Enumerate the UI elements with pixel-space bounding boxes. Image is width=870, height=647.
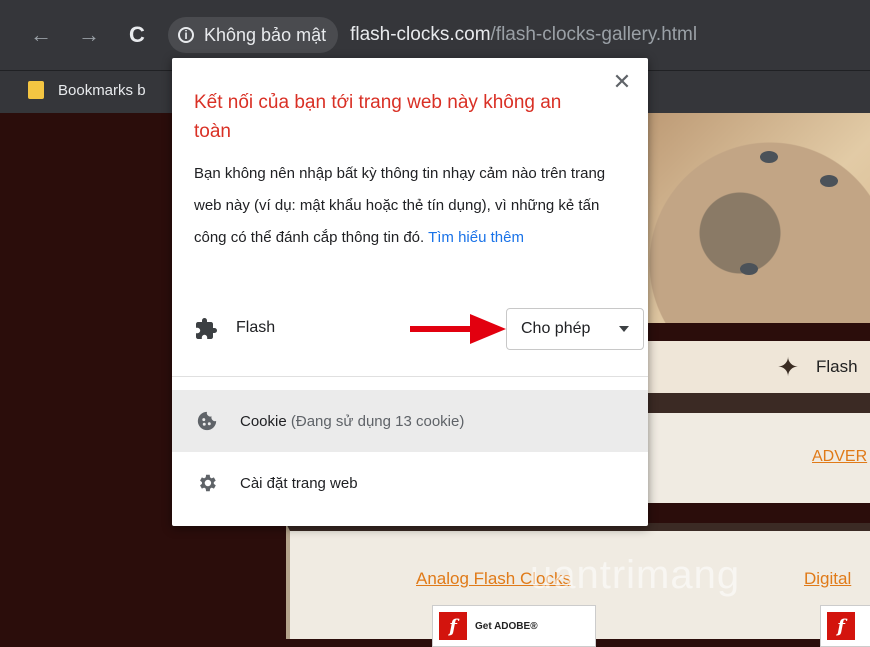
url-host: flash-clocks.com: [350, 24, 491, 45]
bookmark-label: Bookmarks b: [58, 81, 146, 99]
url-path: /flash-clocks-gallery.html: [490, 24, 698, 45]
flash-permission-row: Flash Cho phép: [194, 308, 644, 350]
url-text[interactable]: flash-clocks.com/flash-clocks-gallery.ht…: [350, 24, 697, 46]
forward-button[interactable]: →: [76, 22, 102, 48]
gear-icon: [200, 474, 216, 492]
learn-more-link[interactable]: Tìm hiểu thêm: [428, 229, 524, 246]
folder-icon: [28, 81, 44, 99]
bolt-shape: [740, 263, 758, 275]
back-arrow-icon: ←: [30, 22, 52, 47]
forward-arrow-icon: →: [78, 22, 100, 47]
bolt-shape: [760, 151, 778, 163]
divider-band: [620, 393, 870, 413]
cookies-title: Cookie: [240, 412, 287, 430]
adobe-badge-label: Get ADOBE®: [475, 620, 538, 632]
connection-warning-text: Bạn không nên nhập bất kỳ thông tin nhạy…: [194, 158, 624, 254]
site-info-popup: ✕ Kết nối của bạn tới trang web này khôn…: [172, 58, 648, 526]
get-adobe-flash-badge[interactable]: f Get ADOBE®: [432, 605, 596, 647]
puzzle-icon: [196, 318, 217, 339]
close-icon[interactable]: ✕: [612, 71, 632, 93]
cookie-icon: [197, 411, 217, 431]
popup-divider: [172, 376, 648, 377]
omnibox[interactable]: i Không bảo mật flash-clocks.com/flash-c…: [168, 14, 868, 56]
info-icon: i: [178, 27, 194, 43]
flash-label: Flash: [236, 319, 276, 336]
flash-permission-value: Cho phép: [521, 320, 591, 337]
back-button[interactable]: ←: [28, 22, 54, 48]
security-label: Không bảo mật: [204, 24, 327, 45]
security-indicator-button[interactable]: i Không bảo mật: [168, 17, 339, 53]
bolt-shape: [820, 175, 838, 187]
advertise-link[interactable]: ADVER: [812, 448, 867, 466]
watermark-text: uantrimang: [530, 553, 741, 597]
connection-warning-title: Kết nối của bạn tới trang web này không …: [194, 92, 562, 142]
get-adobe-flash-badge-2[interactable]: f: [820, 605, 870, 647]
ad-panel: ADVER: [620, 413, 870, 503]
red-arrow-annotation: [410, 314, 506, 344]
bookmark-folder[interactable]: Bookmarks b: [28, 81, 146, 99]
reload-button[interactable]: C: [124, 22, 150, 48]
site-nav-flash-link[interactable]: Flash: [816, 357, 858, 377]
warning-body-text: Bạn không nên nhập bất kỳ thông tin nhạy…: [194, 165, 606, 246]
adobe-flash-icon: f: [827, 612, 855, 640]
cookies-row[interactable]: Cookie (Đang sử dụng 13 cookie): [172, 390, 648, 452]
adobe-flash-icon: f: [439, 612, 467, 640]
cookies-detail: (Đang sử dụng 13 cookie): [290, 412, 465, 430]
flash-permission-select[interactable]: Cho phép: [506, 308, 644, 350]
site-settings-row[interactable]: Cài đặt trang web: [172, 452, 648, 514]
hero-clock-image: [620, 113, 870, 323]
cookies-label: Cookie (Đang sử dụng 13 cookie): [240, 413, 464, 430]
chevron-down-icon: [619, 326, 629, 332]
site-settings-label: Cài đặt trang web: [240, 474, 358, 492]
reload-icon: C: [129, 22, 145, 47]
site-nav-strip: ✦ Flash: [620, 341, 870, 396]
compass-star-icon: ✦: [777, 352, 799, 382]
digital-clocks-link[interactable]: Digital: [804, 569, 851, 589]
